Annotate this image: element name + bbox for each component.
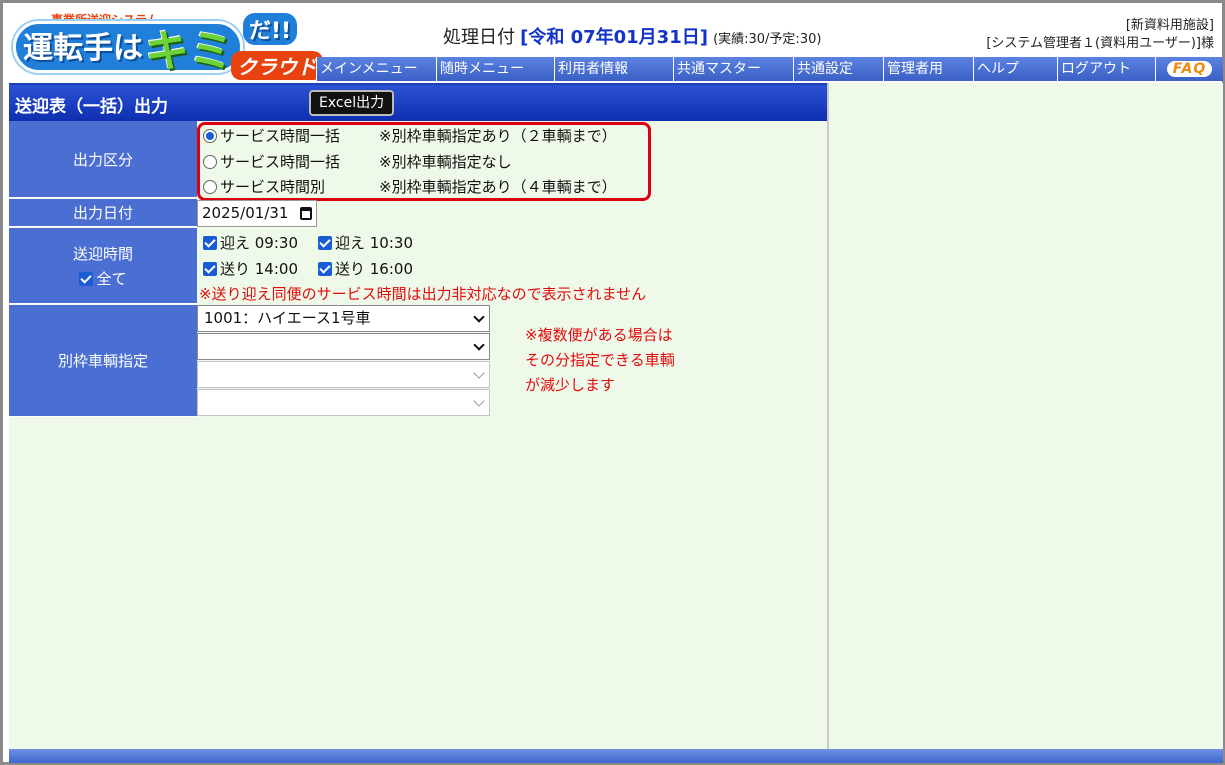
faq-icon: FAQ	[1166, 61, 1213, 77]
chevron-down-icon	[473, 395, 485, 407]
radio-icon[interactable]	[203, 154, 217, 169]
record-status: (実績:30/予定:30)	[713, 32, 822, 47]
chevron-down-icon	[473, 311, 485, 323]
option-label: サービス時間一括	[220, 127, 341, 145]
facility-name: [新資料用施設]	[1125, 18, 1214, 33]
menu-common-master[interactable]: 共通マスター	[673, 57, 793, 81]
processing-date-value: [令和 07年01月31日]	[520, 27, 708, 48]
option-note: ※別枠車輌指定あり（４車輌まで）	[379, 178, 617, 196]
pickup-time-label-text: 送迎時間	[72, 244, 133, 263]
note-line: が減少します	[525, 376, 616, 394]
output-type-label: 出力区分	[9, 121, 197, 198]
checkbox-checked-icon[interactable]	[318, 236, 332, 250]
select-all-checkbox[interactable]: 全て	[79, 268, 127, 289]
output-type-option-3[interactable]: サービス時間別 ※別枠車輌指定あり（４車輌まで）	[203, 176, 617, 197]
excel-export-button[interactable]: Excel出力	[309, 90, 395, 116]
logo-da-text: だ!!	[243, 13, 298, 45]
menu-help[interactable]: ヘルプ	[973, 57, 1057, 81]
option-label: サービス時間別	[220, 178, 326, 196]
logo-kimi-text: キミ	[145, 26, 233, 77]
user-name: [システム管理者１(資料用ユーザー)]様	[986, 36, 1214, 51]
logo-text: 運転手は	[23, 31, 143, 66]
extra-vehicle-select-4	[197, 389, 490, 416]
extra-vehicle-select-2[interactable]	[197, 333, 490, 360]
main-menu-bar: メインメニュー 随時メニュー 利用者情報 共通マスター 共通設定 管理者用 ヘル…	[316, 57, 1223, 81]
select-all-label: 全て	[96, 269, 127, 288]
chevron-down-icon	[473, 339, 485, 351]
menu-user-info[interactable]: 利用者情報	[554, 57, 673, 81]
checkbox-checked-icon[interactable]	[318, 262, 332, 276]
output-date-input[interactable]: 2025/01/31	[197, 200, 317, 227]
option-note: ※別枠車輌指定あり（２車輌まで）	[379, 127, 617, 145]
extra-vehicle-select-1[interactable]: 1001：ハイエース1号車	[197, 305, 490, 332]
note-line: ※複数便がある場合は	[525, 326, 673, 344]
app-window: 事業所送迎システム 運転手は キミ だ!! クラウド 処理日付 [令和 07年0…	[0, 0, 1225, 765]
page-title-bar: 送迎表（一括）出力 Excel出力	[9, 85, 827, 121]
extra-vehicle-note: ※複数便がある場合は その分指定できる車輌 が減少します	[525, 323, 675, 398]
page-title: 送迎表（一括）出力	[15, 97, 168, 117]
checkbox-label: 迎え 10:30	[335, 234, 413, 252]
logo-cloud-text: クラウド	[231, 51, 323, 80]
checkbox-label: 送り 16:00	[335, 260, 413, 278]
radio-selected-icon[interactable]	[203, 128, 217, 143]
output-date-label-text: 出力日付	[72, 204, 133, 222]
calendar-icon[interactable]	[300, 207, 312, 220]
extra-vehicle-label: 別枠車輌指定	[9, 305, 197, 417]
menu-admin[interactable]: 管理者用	[883, 57, 973, 81]
output-type-option-1[interactable]: サービス時間一括 ※別枠車輌指定あり（２車輌まで）	[203, 125, 617, 146]
processing-date-label: 処理日付	[443, 27, 515, 48]
faq-button[interactable]: FAQ	[1155, 57, 1223, 81]
checkbox-checked-icon[interactable]	[203, 262, 217, 276]
extra-vehicle-select-3	[197, 361, 490, 388]
checkbox-label: 迎え 09:30	[220, 234, 298, 252]
extra-vehicle-label-text: 別枠車輌指定	[57, 352, 148, 370]
pickup-time-checkbox-1[interactable]: 迎え 09:30	[203, 232, 298, 253]
user-info: [新資料用施設] [システム管理者１(資料用ユーザー)]様	[986, 17, 1214, 53]
checkbox-label: 送り 14:00	[220, 260, 298, 278]
output-type-option-2[interactable]: サービス時間一括 ※別枠車輌指定なし	[203, 151, 512, 172]
pickup-time-warning: ※送り迎え同便のサービス時間は出力非対応なので表示されません	[199, 285, 647, 303]
radio-icon[interactable]	[203, 179, 217, 194]
chevron-down-icon	[473, 367, 485, 379]
option-note: ※別枠車輌指定なし	[379, 153, 512, 171]
menu-main[interactable]: メインメニュー	[316, 57, 436, 81]
option-label: サービス時間一括	[220, 153, 341, 171]
pickup-time-checkbox-4[interactable]: 送り 16:00	[318, 258, 413, 279]
menu-common-settings[interactable]: 共通設定	[793, 57, 883, 81]
processing-date-display: 処理日付 [令和 07年01月31日] (実績:30/予定:30)	[443, 23, 821, 49]
output-date-value: 2025/01/31	[202, 204, 289, 222]
menu-adhoc[interactable]: 随時メニュー	[436, 57, 554, 81]
output-type-label-text: 出力区分	[72, 150, 133, 169]
output-date-label: 出力日付	[9, 199, 197, 227]
pickup-time-checkbox-3[interactable]: 送り 14:00	[203, 258, 298, 279]
menu-logout[interactable]: ログアウト	[1057, 57, 1155, 81]
pickup-time-checkbox-2[interactable]: 迎え 10:30	[318, 232, 413, 253]
app-logo[interactable]: 事業所送迎システム 運転手は キミ だ!! クラウド	[13, 9, 323, 80]
preview-pane	[829, 83, 1223, 749]
note-line: その分指定できる車輌	[525, 351, 675, 369]
checkbox-checked-icon[interactable]	[203, 236, 217, 250]
form-pane: 送迎表（一括）出力 Excel出力 出力区分 サービス時間一括 ※別枠車輌指定あ…	[9, 83, 827, 749]
pickup-time-label: 送迎時間 全て	[9, 228, 197, 304]
footer-bar	[9, 749, 1223, 763]
select-value: 1001：ハイエース1号車	[204, 309, 371, 327]
checkbox-checked-icon[interactable]	[79, 271, 94, 286]
